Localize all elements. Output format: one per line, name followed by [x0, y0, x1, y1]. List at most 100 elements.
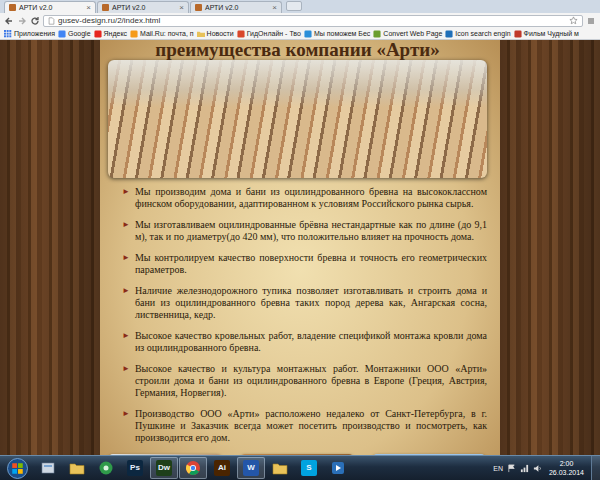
content-column: преимущества компании «Арти» ► Мы произв… — [100, 40, 500, 455]
bullet-icon: ► — [122, 252, 130, 264]
network-icon[interactable] — [520, 464, 529, 473]
bookmark[interactable]: Mail.Ru: почта, п — [130, 30, 194, 38]
tab-close-button[interactable]: × — [86, 4, 91, 12]
new-tab-button[interactable] — [286, 1, 302, 11]
reload-icon[interactable] — [30, 16, 40, 26]
green-app-icon — [98, 460, 114, 476]
language-indicator[interactable]: EN — [493, 465, 503, 472]
forward-arrow-icon[interactable] — [17, 16, 27, 26]
clock[interactable]: 2:00 26.03.2014 — [546, 459, 587, 477]
advantages-list: ► Мы производим дома и бани из оцилиндро… — [108, 186, 487, 444]
show-desktop-button[interactable] — [591, 456, 600, 480]
taskbar-button[interactable] — [324, 457, 352, 479]
back-arrow-icon[interactable] — [4, 16, 14, 26]
app-icon: Dw — [156, 460, 172, 476]
taskbar-button[interactable]: Dw — [150, 457, 178, 479]
taskbar-button[interactable]: S — [295, 457, 323, 479]
bullet-icon: ► — [122, 285, 130, 297]
page-icon — [48, 17, 55, 25]
advantage-item: ► Высокое качество кровельных работ, вла… — [122, 330, 487, 354]
bookmark-label: ГидОнлайн - Тво — [247, 30, 301, 37]
bookmark-label: Яндекс — [104, 30, 128, 37]
site-favicon-icon — [195, 4, 202, 11]
bookmark[interactable]: Фильм Чудный м — [514, 30, 579, 38]
bookmarks-bar: Приложения Google Яндекс Mail.Ru: почта,… — [0, 28, 600, 40]
tab-strip: АРТИ v2.0 × АРТИ v2.0 × АРТИ v2.0 × — [0, 0, 600, 13]
bullet-icon: ► — [122, 219, 130, 231]
bookmark-label: Приложения — [14, 30, 55, 37]
advantage-text: Мы производим дома и бани из оцилиндрова… — [135, 186, 487, 210]
advantage-item: ► Наличие железнодорожного тупика позвол… — [122, 285, 487, 321]
taskbar-button[interactable] — [266, 457, 294, 479]
bookmark-label: Convert Web Page — [383, 30, 442, 37]
sawmill-photo — [108, 60, 487, 178]
bookmark[interactable]: Google — [58, 30, 91, 38]
windows-logo-icon — [7, 458, 28, 479]
clock-date: 26.03.2014 — [549, 468, 584, 477]
browser-tab[interactable]: АРТИ v2.0 × — [4, 1, 96, 13]
web-page: преимущества компании «Арти» ► Мы произв… — [0, 40, 600, 455]
bookmark-label: Мы поможем Бес — [314, 30, 370, 37]
bookmark[interactable]: Convert Web Page — [373, 30, 442, 38]
bookmark[interactable]: Мы поможем Бес — [304, 30, 370, 38]
bullet-icon: ► — [122, 408, 130, 420]
system-tray: EN 2:00 26.03.2014 — [493, 456, 600, 480]
folder-icon — [197, 30, 205, 38]
bullet-icon: ► — [122, 186, 130, 198]
advantage-item: ► Мы изготавливаем оцилиндрованные брёвн… — [122, 219, 487, 243]
bookmark[interactable]: Яндекс — [94, 30, 128, 38]
bookmark-label: Icon search engin — [455, 30, 510, 37]
advantage-item: ► Мы производим дома и бани из оцилиндро… — [122, 186, 487, 210]
tab-close-button[interactable]: × — [272, 4, 277, 12]
bookmark-label: Фильм Чудный м — [524, 30, 579, 37]
folder-icon — [69, 460, 85, 476]
bookmark[interactable]: Новости — [197, 30, 234, 38]
volume-icon[interactable] — [533, 464, 542, 473]
taskbar-apps: Ps Dw AiW S — [34, 457, 493, 479]
flag-icon[interactable] — [507, 464, 516, 473]
url-text: gusev-design.ru/2/index.html — [58, 16, 566, 25]
chrome-icon — [185, 460, 201, 476]
bookmark[interactable]: ГидОнлайн - Тво — [237, 30, 301, 38]
advantage-text: Высокое качество кровельных работ, владе… — [135, 330, 487, 354]
tab-close-button[interactable]: × — [179, 4, 184, 12]
site-favicon-icon — [237, 30, 245, 38]
browser-window: АРТИ v2.0 × АРТИ v2.0 × АРТИ v2.0 × guse… — [0, 0, 600, 455]
taskbar: Ps Dw AiW S EN 2:00 26.03.2014 — [0, 455, 600, 480]
taskbar-button[interactable]: Ps — [121, 457, 149, 479]
app-icon: Ps — [127, 460, 143, 476]
menu-icon[interactable] — [586, 16, 596, 26]
start-button[interactable] — [0, 458, 34, 479]
taskbar-button[interactable] — [179, 457, 207, 479]
bullet-icon: ► — [122, 363, 130, 375]
taskbar-button[interactable]: Ai — [208, 457, 236, 479]
site-favicon-icon — [130, 30, 138, 38]
page-heading: преимущества компании «Арти» — [108, 40, 487, 60]
browser-tab[interactable]: АРТИ v2.0 × — [190, 1, 282, 13]
bookmark[interactable]: Приложения — [4, 30, 55, 38]
taskbar-button[interactable] — [34, 457, 62, 479]
browser-tab[interactable]: АРТИ v2.0 × — [97, 1, 189, 13]
bookmark-star-icon[interactable] — [569, 16, 578, 25]
address-bar[interactable]: gusev-design.ru/2/index.html — [43, 15, 583, 27]
advantage-text: Высокое качество и культура монтажных ра… — [135, 363, 487, 399]
tab-title: АРТИ v2.0 — [205, 4, 269, 11]
advantage-text: Производство ООО «Арти» расположено неда… — [135, 408, 487, 444]
site-favicon-icon — [9, 4, 16, 11]
taskbar-button[interactable]: W — [237, 457, 265, 479]
site-favicon-icon — [304, 30, 312, 38]
bookmark[interactable]: Icon search engin — [445, 30, 510, 38]
site-favicon-icon — [373, 30, 381, 38]
app-icon: S — [301, 460, 317, 476]
clock-time: 2:00 — [560, 459, 574, 468]
bullet-icon: ► — [122, 330, 130, 342]
advantage-item: ► Мы контролируем качество поверхности б… — [122, 252, 487, 276]
bookmark-label: Новости — [207, 30, 234, 37]
apps-grid-icon — [4, 30, 12, 38]
desktop: АРТИ v2.0 × АРТИ v2.0 × АРТИ v2.0 × guse… — [0, 0, 600, 480]
taskbar-button[interactable] — [63, 457, 91, 479]
tab-title: АРТИ v2.0 — [112, 4, 176, 11]
site-favicon-icon — [58, 30, 66, 38]
taskbar-button[interactable] — [92, 457, 120, 479]
advantage-item: ► Высокое качество и культура монтажных … — [122, 363, 487, 399]
